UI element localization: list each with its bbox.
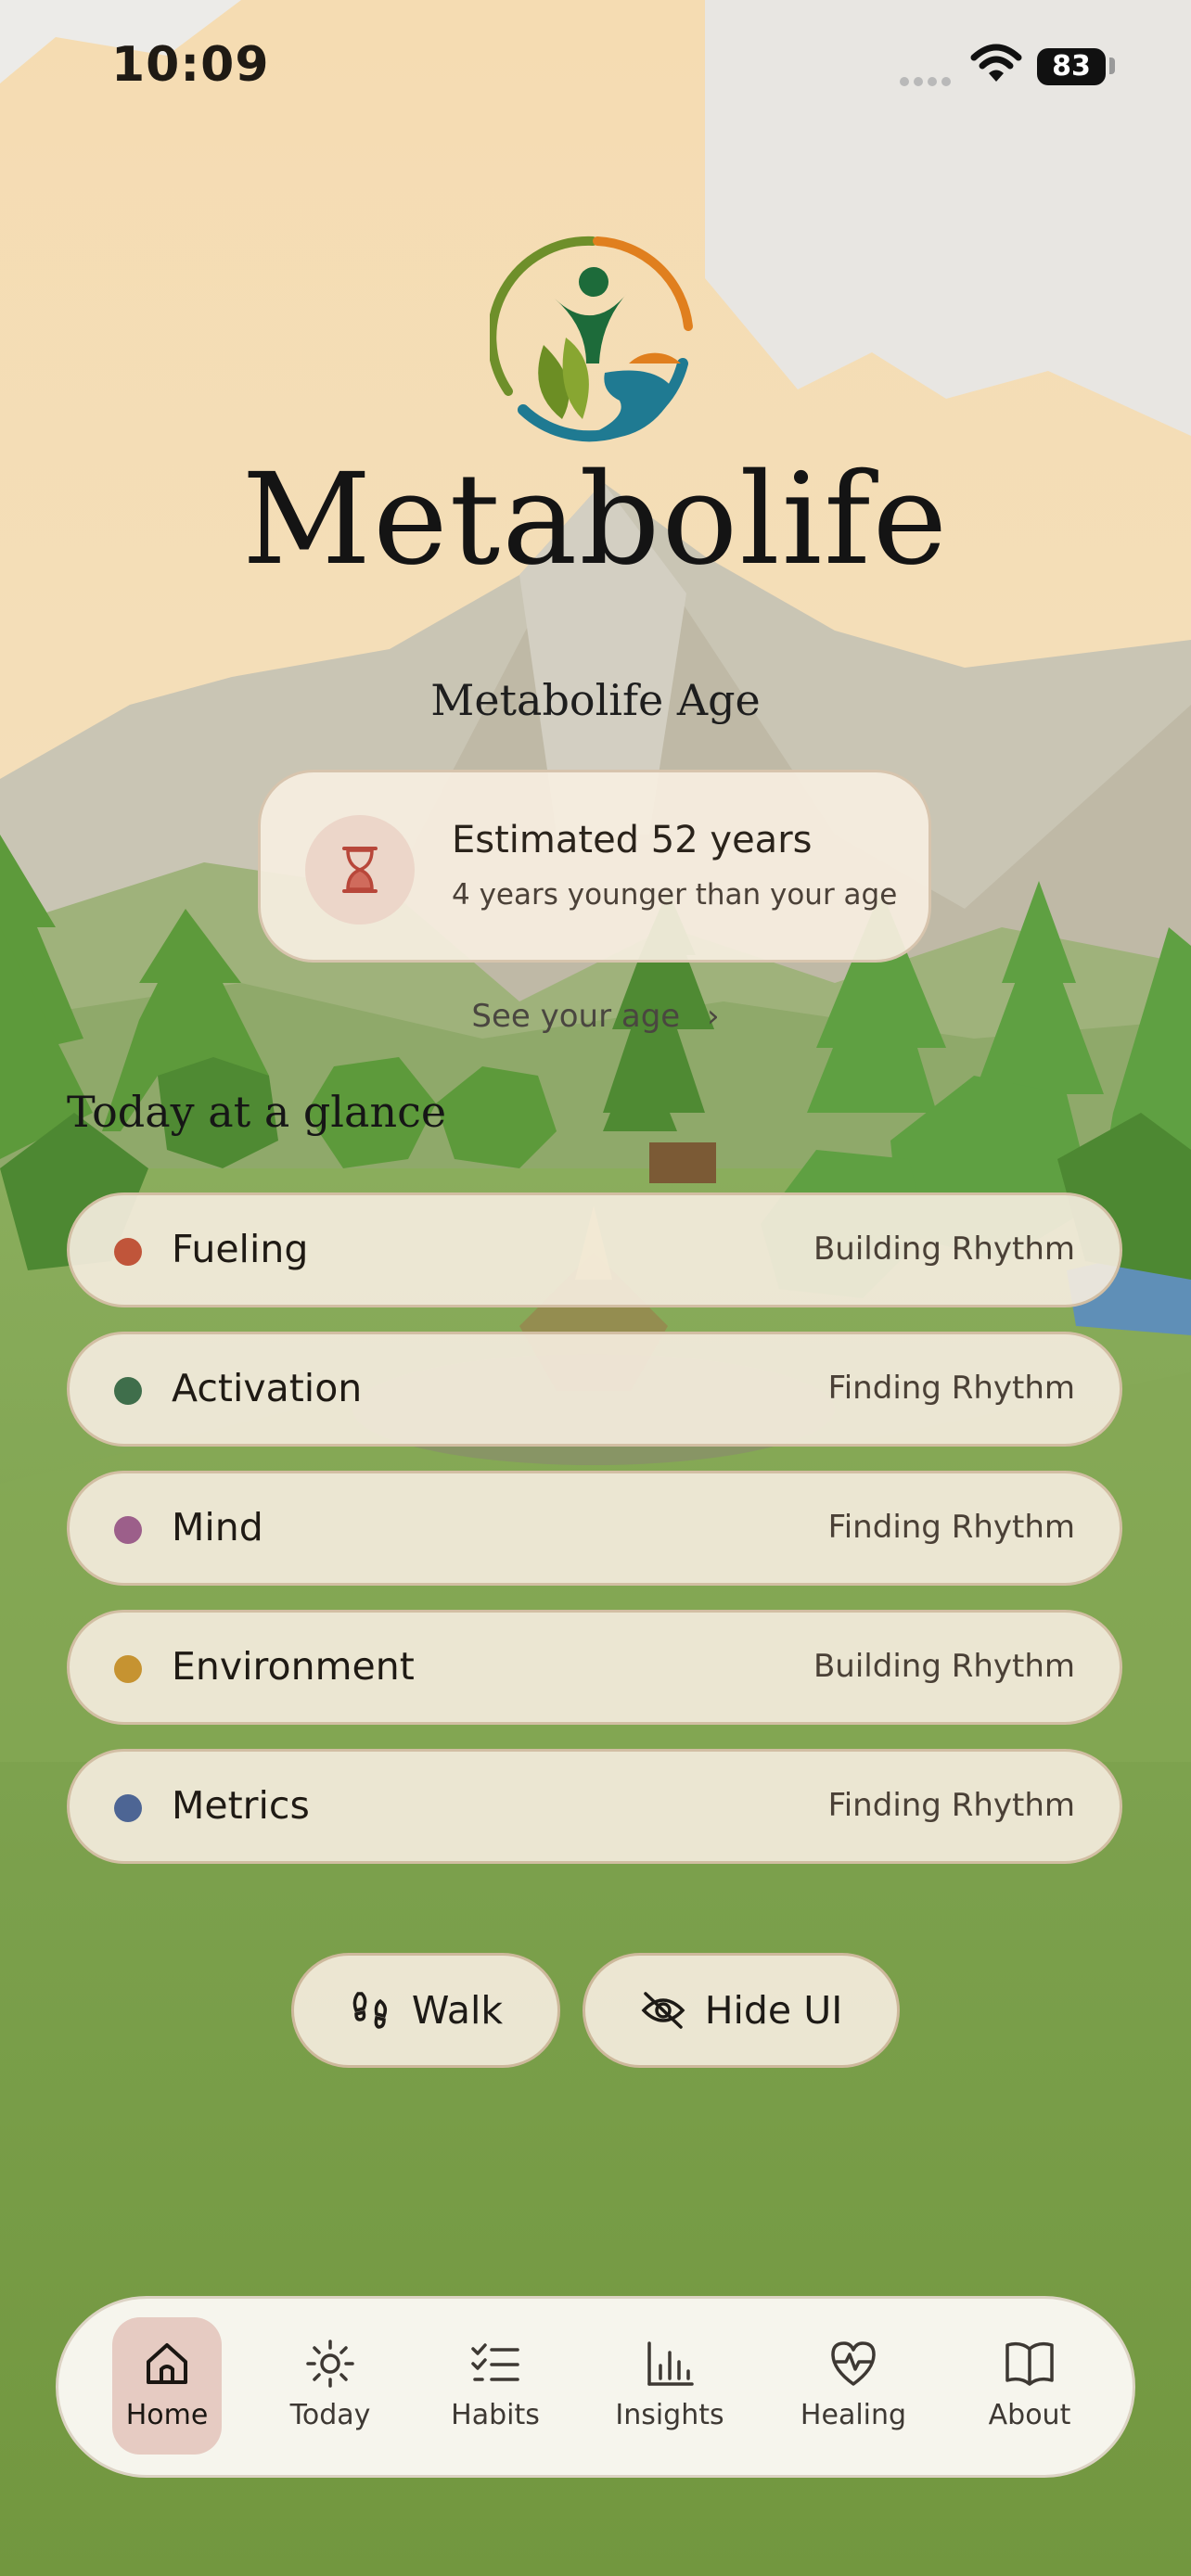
fueling-dot-icon — [114, 1238, 142, 1266]
age-section-title: Metabolife Age — [430, 675, 761, 725]
walk-button[interactable]: Walk — [291, 1953, 560, 2068]
hide-ui-button[interactable]: Hide UI — [583, 1953, 900, 2068]
status-bar: 10:09 83 — [0, 0, 1191, 139]
tab-label: Today — [289, 2399, 371, 2431]
tab-label: Healing — [800, 2399, 907, 2431]
chevron-right-icon: › — [707, 998, 720, 1035]
glance-item-status: Finding Rhythm — [827, 1509, 1075, 1546]
today-at-a-glance-title: Today at a glance — [67, 1087, 447, 1137]
glance-item-label: Activation — [172, 1366, 363, 1410]
hourglass-icon — [305, 815, 415, 925]
wifi-icon — [970, 44, 1022, 82]
book-icon — [1005, 2341, 1054, 2386]
hide-ui-button-label: Hide UI — [704, 1988, 843, 2033]
tab-about[interactable]: About — [975, 2317, 1084, 2455]
status-time: 10:09 — [111, 37, 270, 93]
brand-name: Metabolife — [241, 447, 950, 593]
battery-cap-icon — [1109, 57, 1115, 74]
glance-item-label: Environment — [172, 1644, 415, 1689]
bar-chart-icon — [647, 2341, 694, 2386]
glance-item-status: Finding Rhythm — [827, 1787, 1075, 1824]
age-estimate-text: Estimated 52 years — [452, 819, 813, 861]
tab-home[interactable]: Home — [112, 2317, 222, 2455]
mind-dot-icon — [114, 1516, 142, 1544]
tab-healing[interactable]: Healing — [799, 2317, 908, 2455]
glance-item-environment[interactable]: Environment Building Rhythm — [67, 1610, 1122, 1725]
glance-item-metrics[interactable]: Metrics Finding Rhythm — [67, 1749, 1122, 1864]
home-icon — [147, 2343, 187, 2384]
glance-item-activation[interactable]: Activation Finding Rhythm — [67, 1332, 1122, 1447]
tab-label: About — [988, 2399, 1071, 2431]
age-comparison-text: 4 years younger than your age — [452, 878, 898, 912]
glance-item-fueling[interactable]: Fueling Building Rhythm — [67, 1192, 1122, 1307]
tab-today[interactable]: Today — [275, 2317, 385, 2455]
metrics-dot-icon — [114, 1794, 142, 1822]
see-your-age-link[interactable]: See your age › — [0, 998, 1191, 1035]
activation-dot-icon — [114, 1377, 142, 1405]
tab-habits[interactable]: Habits — [441, 2317, 550, 2455]
checklist-icon — [471, 2343, 519, 2381]
metabolife-logo — [490, 236, 693, 442]
tab-label: Home — [125, 2399, 209, 2431]
glance-item-mind[interactable]: Mind Finding Rhythm — [67, 1471, 1122, 1586]
see-your-age-label: See your age — [471, 998, 681, 1035]
age-estimate-card[interactable]: Estimated 52 years 4 years younger than … — [258, 770, 931, 963]
walk-button-label: Walk — [411, 1988, 504, 2033]
glance-item-status: Finding Rhythm — [827, 1370, 1075, 1407]
tab-label: Insights — [615, 2399, 724, 2431]
footprints-icon — [352, 1992, 387, 2029]
glance-item-label: Mind — [172, 1505, 263, 1549]
eye-off-icon — [641, 1992, 685, 2029]
heart-pulse-icon — [831, 2341, 876, 2386]
battery-level: 83 — [1037, 48, 1106, 85]
sun-icon — [306, 2340, 354, 2388]
glance-item-status: Building Rhythm — [813, 1648, 1075, 1685]
bottom-tab-bar: Home Today Habits Insights Healing About — [56, 2296, 1135, 2478]
cellular-signal-icon — [900, 72, 955, 90]
tab-label: Habits — [451, 2399, 540, 2431]
glance-item-label: Metrics — [172, 1783, 310, 1828]
tab-insights[interactable]: Insights — [615, 2317, 724, 2455]
glance-item-status: Building Rhythm — [813, 1231, 1075, 1268]
environment-dot-icon — [114, 1655, 142, 1683]
glance-item-label: Fueling — [172, 1227, 309, 1271]
